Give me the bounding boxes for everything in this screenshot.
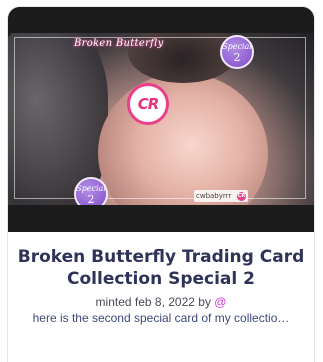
media-letterbox-top <box>8 7 314 33</box>
card-description: here is the second special card of my co… <box>32 311 290 325</box>
card-info: Broken Butterfly Trading Card Collection… <box>8 232 314 362</box>
minted-date-text: minted feb 8, 2022 by <box>95 295 215 309</box>
badge-top-label: Special <box>222 42 252 51</box>
watermark-logo-icon: CR <box>237 191 246 201</box>
badge-top-number: 2 <box>233 51 241 64</box>
frame-caption: Broken Butterfly <box>74 38 164 49</box>
cr-logo-icon: CR <box>127 83 169 125</box>
card-media[interactable]: Broken Butterfly CR Special 2 Special 2 … <box>8 7 314 232</box>
nft-card[interactable]: Broken Butterfly CR Special 2 Special 2 … <box>8 7 314 362</box>
badge-bottom-number: 2 <box>87 193 95 206</box>
card-title[interactable]: Broken Butterfly Trading Card Collection… <box>14 246 308 290</box>
mint-info: minted feb 8, 2022 by @ <box>8 295 314 309</box>
artwork-figure <box>98 73 268 205</box>
creator-handle-link[interactable]: @ <box>214 295 226 309</box>
badge-bottom-label: Special <box>76 184 106 193</box>
media-letterbox-bottom <box>8 205 314 232</box>
watermark-text: cwbabyrrr <box>196 192 232 200</box>
watermark: cwbabyrrr CR <box>194 190 248 202</box>
special-badge-top: Special 2 <box>220 35 254 69</box>
